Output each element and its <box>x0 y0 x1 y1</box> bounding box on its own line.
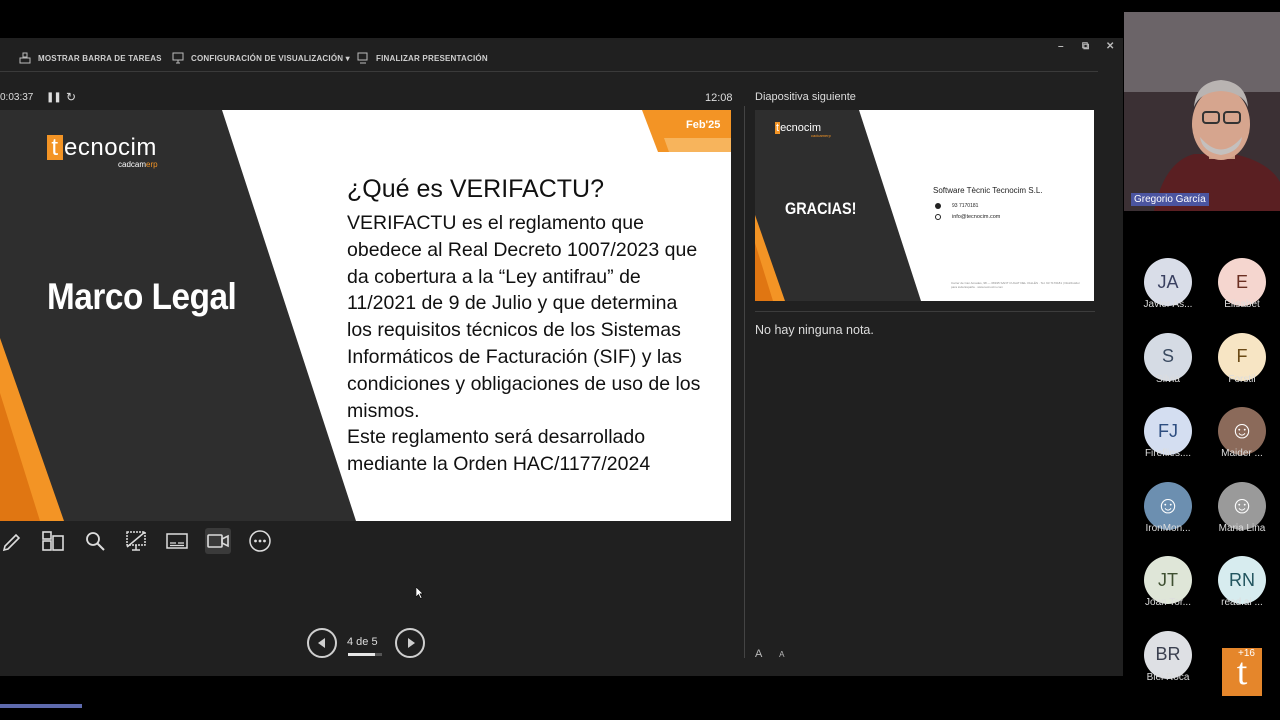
participant-photo-icon: ☺ <box>1155 491 1181 519</box>
next-slide-company: Software Tècnic Tecnocim S.L. <box>933 186 1043 195</box>
end-slideshow-button[interactable]: FINALIZAR PRESENTACIÓN <box>357 52 488 64</box>
participant-photo-icon: ☺ <box>1229 491 1255 519</box>
end-slideshow-label: FINALIZAR PRESENTACIÓN <box>376 53 488 63</box>
more-participants-count[interactable]: +16 <box>1238 648 1255 659</box>
taskbar-tab[interactable] <box>0 704 82 708</box>
presenter-toolbar: MOSTRAR BARRA DE TAREAS CONFIGURACIÓN DE… <box>0 38 1123 72</box>
slide-body-line: Este reglamento será desarrollado <box>347 426 646 449</box>
next-slide-heading: Diapositiva siguiente <box>755 91 856 103</box>
tecnocim-logo: t ecnocim <box>47 134 157 162</box>
speaker-notes: No hay ninguna nota. <box>755 323 874 337</box>
participant-name: Maider ... <box>1221 448 1263 459</box>
slide-section-title: Marco Legal <box>47 276 237 317</box>
panel-splitter[interactable] <box>744 106 745 658</box>
pen-icon[interactable] <box>0 528 26 554</box>
phone-icon <box>935 203 941 209</box>
slide-body: VERIFACTU es el reglamento que obedece a… <box>347 210 727 478</box>
slide-body-line: 11/2021 de 9 de Julio y que determina <box>347 292 678 315</box>
next-slide-email: info@tecnocim.com <box>952 214 1001 220</box>
participant-photo-icon: ☺ <box>1229 417 1255 444</box>
slide-body-line: obedece al Real Decreto 1007/2023 que <box>347 238 698 261</box>
slide-body-line: los requisitos técnicos de los Sistemas <box>347 319 681 342</box>
slide-progress-fill <box>348 653 376 656</box>
slide-body-line: VERIFACTU es el reglamento que <box>347 212 644 234</box>
next-slide-logo-subtitle: cadcamerp <box>811 133 831 138</box>
slide-counter: 4 de 5 <box>347 636 378 648</box>
participant-name: Javier As... <box>1143 299 1193 310</box>
subtitles-icon[interactable] <box>164 528 190 554</box>
display-settings-button[interactable]: CONFIGURACIÓN DE VISUALIZACIÓN ▾ <box>172 52 350 64</box>
participant-name: IronMon... <box>1145 522 1191 534</box>
slide-body-line: da cobertura a la “Ley antifrau” de <box>347 265 641 288</box>
logo-subtitle: cadcamerp <box>118 160 158 169</box>
taskbar-icon <box>19 52 31 64</box>
more-options-icon[interactable] <box>247 528 273 554</box>
previous-slide-button[interactable] <box>307 628 337 658</box>
speaker-name-tag: Gregorio García <box>1131 193 1209 206</box>
speaker-video: Gregorio García <box>1124 12 1280 211</box>
participant-name: Joan Tor... <box>1145 597 1191 608</box>
next-slide-thanks: GRACIAS! <box>785 199 857 218</box>
next-slide-phone: 93 7170181 <box>952 203 979 209</box>
presenter-view: MOSTRAR BARRA DE TAREAS CONFIGURACIÓN DE… <box>0 38 1123 676</box>
participant-name: Elisabet <box>1224 299 1260 310</box>
increase-font-button[interactable]: A <box>755 648 762 660</box>
current-slide[interactable]: t ecnocim cadcamerp Marco Legal Feb'25 ¿Q… <box>0 110 731 521</box>
show-taskbar-button[interactable]: MOSTRAR BARRA DE TAREAS <box>19 52 162 64</box>
end-slideshow-icon <box>357 52 368 64</box>
restore-button[interactable]: ⧉ <box>1082 41 1089 52</box>
restart-timer-icon[interactable]: ↻ <box>66 90 76 104</box>
slide-date-tag: Feb'25 <box>686 119 721 131</box>
slide-title: ¿Qué es VERIFACTU? <box>347 175 605 203</box>
participant-name: Maria Lina <box>1218 522 1266 534</box>
current-time: 12:08 <box>705 92 733 104</box>
slide-body-line: condiciones y obligaciones de uso de los <box>347 372 701 395</box>
mouse-cursor-icon <box>416 587 424 599</box>
notes-font-controls: A A <box>755 648 784 660</box>
participant-name: read.ai ... <box>1221 597 1263 608</box>
display-settings-icon <box>172 52 184 64</box>
participant-name: Silvia <box>1156 373 1180 385</box>
zoom-icon[interactable] <box>82 528 108 554</box>
slide-body-line: mediante la Orden HAC/1177/2024 <box>347 453 651 476</box>
elapsed-timer: 0:03:37 <box>0 92 34 103</box>
next-slide-address: Carrer de Can Amades, 98 — 08195 SANT CU… <box>951 281 1080 289</box>
next-slide-preview[interactable]: tecnocim cadcamerp GRACIAS! Software Tèc… <box>755 110 1094 301</box>
participant-name: Biel Roca <box>1146 671 1190 683</box>
speaker-video-feed <box>1124 12 1280 211</box>
camera-icon[interactable] <box>205 528 231 554</box>
display-settings-label: CONFIGURACIÓN DE VISUALIZACIÓN ▾ <box>191 53 350 63</box>
slide-body-line: mismos. <box>347 399 420 422</box>
pause-timer-icon[interactable]: ❚❚ <box>46 92 62 103</box>
participant-name: Fireflies.... <box>1144 448 1192 459</box>
decrease-font-button[interactable]: A <box>779 650 784 659</box>
see-all-slides-icon[interactable] <box>40 528 66 554</box>
next-slide-button[interactable] <box>395 628 425 658</box>
black-screen-icon[interactable] <box>123 528 149 554</box>
email-icon <box>935 214 941 220</box>
slide-body-line: Informáticos de Facturación (SIF) y las <box>347 345 682 368</box>
participant-name: Forstil <box>1228 373 1256 385</box>
minimize-button[interactable]: – <box>1058 41 1064 52</box>
notes-divider <box>755 311 1095 312</box>
close-button[interactable]: ✕ <box>1106 41 1115 52</box>
show-taskbar-label: MOSTRAR BARRA DE TAREAS <box>38 53 162 63</box>
toolbar-divider <box>0 71 1098 72</box>
slide-progress-bar <box>348 653 382 656</box>
